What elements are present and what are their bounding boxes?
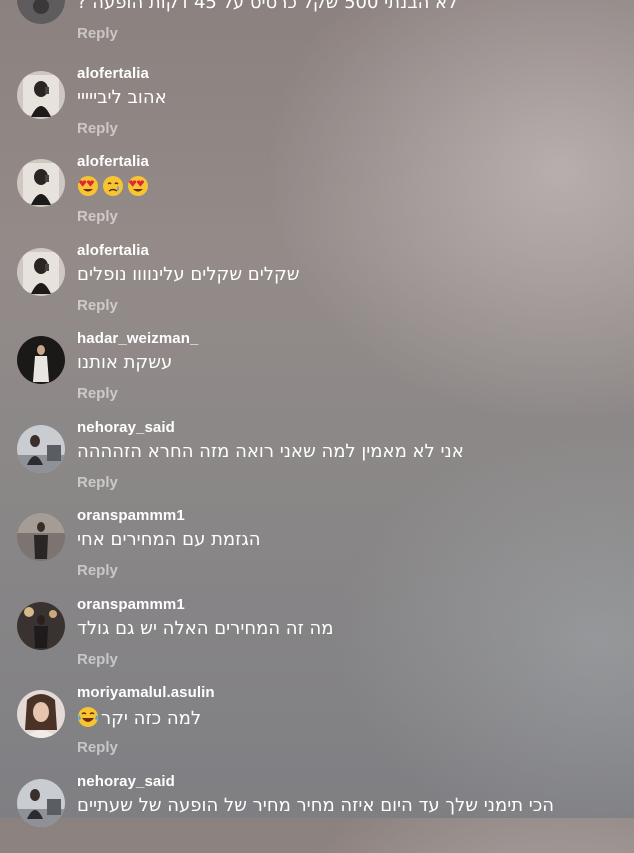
reply-button[interactable]: Reply [77, 651, 118, 668]
reply-button[interactable]: Reply [77, 297, 118, 314]
comment-text: מה זה המחירים האלה יש גם גולד [77, 618, 334, 639]
comment-username[interactable]: nehoray_said [77, 419, 175, 436]
comment-text: עשקת אותנו [77, 352, 173, 373]
comment-text: למה כזה יקר [77, 706, 201, 729]
crying-emoji [103, 176, 123, 196]
reply-button[interactable]: Reply [77, 474, 118, 491]
reply-button[interactable]: Reply [77, 562, 118, 579]
comment-item: nehoray_said אני לא מאמין למה שאני רואה … [0, 411, 634, 499]
comment-text: לא הבנתי 500 שקל כרטיס על 45 דקות הופעה … [77, 0, 458, 13]
avatar[interactable] [17, 159, 65, 207]
comment-item: hadar_weizman_ עשקת אותנו Reply [0, 322, 634, 410]
avatar[interactable] [17, 602, 65, 650]
reply-button[interactable]: Reply [77, 25, 118, 42]
comment-item: nehoray_said הכי תימני שלך עד היום איזה … [0, 765, 634, 853]
comment-text: שקלים שקלים עלינוווו נופלים [77, 264, 300, 285]
comment-item: לא הבנתי 500 שקל כרטיס על 45 דקות הופעה … [0, 0, 634, 50]
comment-username[interactable]: hadar_weizman_ [77, 330, 198, 347]
reply-button[interactable]: Reply [77, 385, 118, 402]
comment-item: moriyamalul.asulin למה כזה יקר Reply [0, 676, 634, 764]
avatar[interactable] [17, 336, 65, 384]
comment-item: alofertalia Reply [0, 145, 634, 233]
comment-item: oranspammm1 מה זה המחירים האלה יש גם גול… [0, 588, 634, 676]
avatar[interactable] [17, 690, 65, 738]
comment-username[interactable]: alofertalia [77, 65, 149, 82]
comment-text: הגזמת עם המחירים אחי [77, 529, 261, 550]
reply-button[interactable]: Reply [77, 208, 118, 225]
comment-username[interactable]: oranspammm1 [77, 507, 185, 524]
comment-username[interactable]: moriyamalul.asulin [77, 684, 215, 701]
avatar[interactable] [17, 513, 65, 561]
comment-text: אני לא מאמין למה שאני רואה מזה החרא הזהה… [77, 441, 464, 462]
laughing-tears-emoji [78, 707, 98, 727]
reply-button[interactable]: Reply [77, 120, 118, 137]
comment-text [77, 175, 152, 198]
avatar[interactable] [17, 425, 65, 473]
reply-button[interactable]: Reply [77, 739, 118, 756]
avatar[interactable] [17, 248, 65, 296]
comment-text: אהוב ליבייייי [77, 87, 167, 108]
comment-text-content: למה כזה יקר [101, 708, 202, 729]
comment-username[interactable]: alofertalia [77, 242, 149, 259]
comment-username[interactable]: nehoray_said [77, 773, 175, 790]
avatar[interactable] [17, 779, 65, 827]
heart-eyes-emoji [78, 176, 98, 196]
comment-item: oranspammm1 הגזמת עם המחירים אחי Reply [0, 499, 634, 587]
comment-username[interactable]: oranspammm1 [77, 596, 185, 613]
comment-item: alofertalia שקלים שקלים עלינוווו נופלים … [0, 234, 634, 322]
comment-username[interactable]: alofertalia [77, 153, 149, 170]
comment-text: הכי תימני שלך עד היום איזה מחיר מחיר של … [77, 795, 555, 816]
heart-eyes-emoji [128, 176, 148, 196]
comment-item: alofertalia אהוב ליבייייי Reply [0, 57, 634, 145]
avatar[interactable] [17, 0, 65, 24]
avatar[interactable] [17, 71, 65, 119]
